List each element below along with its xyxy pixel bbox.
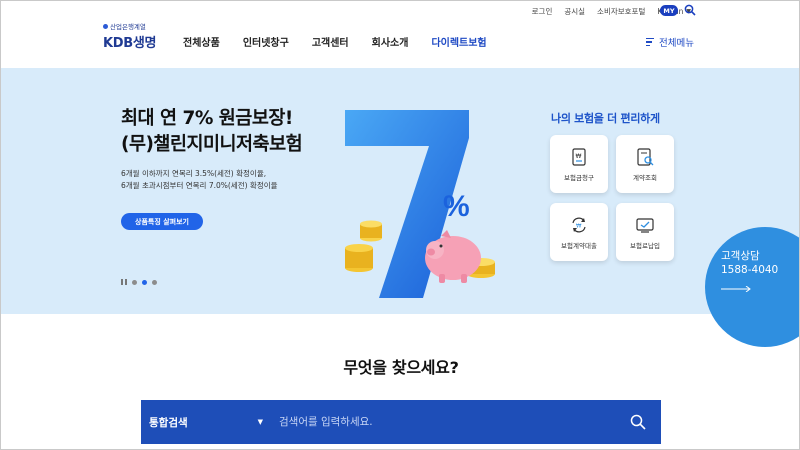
logo-subtitle: 산업은행계열 (103, 21, 163, 31)
quick-premium-label: 보험료납입 (630, 241, 660, 250)
search-icon (630, 414, 646, 430)
slide-pager (121, 279, 157, 285)
quick-menu-title: 나의 보험을 더 편리하게 (551, 112, 660, 125)
nav-item-about[interactable]: 회사소개 (372, 34, 409, 49)
search-input[interactable] (279, 416, 599, 428)
quick-premium-button[interactable]: 보험료납입 (616, 203, 674, 261)
quick-loan-button[interactable]: ₩ 보험계약대출 (550, 203, 608, 261)
hero-headline-line2: (무)챌린지미니저축보험 (121, 134, 303, 155)
logo[interactable]: 산업은행계열 KDB생명 (103, 21, 163, 51)
slide-dot[interactable] (132, 279, 137, 285)
quick-contract-label: 계약조회 (633, 173, 657, 182)
search-submit-button[interactable] (615, 400, 661, 444)
hero-desc-line1: 6개월 이하까지 연복리 3.5%(세전) 확정이율, (121, 169, 267, 178)
pause-icon[interactable] (121, 279, 127, 285)
hero-desc-line2: 6개월 초과시점부터 연복리 7.0%(세전) 확정이율 (121, 181, 278, 190)
contract-search-icon (637, 147, 654, 166)
main-nav: 전체상품 인터넷창구 고객센터 회사소개 다이렉트보험 (183, 34, 510, 49)
all-menu-button[interactable]: 전체메뉴 (646, 35, 694, 49)
all-menu-label: 전체메뉴 (659, 38, 694, 49)
svg-text:₩: ₩ (576, 153, 582, 160)
hero-illustration: 7 % (341, 110, 495, 299)
hero-headline: 최대 연 7% 원금보장! (무)챌린지미니저축보험 (121, 106, 303, 158)
login-link[interactable]: 로그인 (532, 6, 553, 17)
slide-dot[interactable] (152, 279, 157, 285)
search-heading: 무엇을 찾으세요? (343, 358, 459, 377)
menu-icon (646, 38, 654, 46)
nav-item-direct[interactable]: 다이렉트보험 (431, 34, 486, 49)
hero-banner: 최대 연 7% 원금보장! (무)챌린지미니저축보험 6개월 이하까지 연복리 … (1, 68, 799, 314)
quick-loan-label: 보험계약대출 (561, 241, 597, 250)
quick-claim-button[interactable]: ₩ 보험금청구 (550, 135, 608, 193)
percent-label: % (443, 190, 470, 223)
search-category-select[interactable]: 통합검색 ▼ (141, 400, 271, 444)
search-field (271, 400, 615, 444)
consumer-portal-link[interactable]: 소비자보호포털 (597, 6, 645, 17)
search-category-label: 통합검색 (149, 416, 188, 429)
logo-subtitle-text: 산업은행계열 (110, 23, 146, 31)
product-detail-button[interactable]: 상품특징 살펴보기 (121, 213, 203, 230)
nav-item-customer-center[interactable]: 고객센터 (312, 34, 349, 49)
consult-phone: 1588-4040 (721, 264, 779, 276)
claim-document-icon: ₩ (572, 147, 586, 166)
search-bar: 통합검색 ▼ (141, 400, 661, 444)
slide-dot-active[interactable] (142, 279, 147, 285)
big-seven-label: 7 (341, 297, 342, 299)
hero-description: 6개월 이하까지 연복리 3.5%(세전) 확정이율, 6개월 초과시점부터 연… (121, 168, 278, 192)
my-button[interactable]: MY (660, 5, 678, 16)
consult-title: 고객상담 (721, 250, 760, 262)
caret-down-icon: ▼ (257, 418, 263, 426)
quick-contract-button[interactable]: 계약조회 (616, 135, 674, 193)
premium-payment-icon (636, 217, 654, 233)
loan-exchange-icon: ₩ (572, 217, 586, 232)
svg-text:₩: ₩ (576, 223, 582, 229)
logo-name: KDB생명 (103, 36, 157, 51)
quick-claim-label: 보험금청구 (564, 173, 594, 182)
search-icon[interactable] (684, 4, 696, 16)
arrow-right-icon (721, 285, 751, 293)
logo-mark-icon (103, 23, 108, 29)
nav-item-internet-window[interactable]: 인터넷창구 (243, 34, 289, 49)
notice-link[interactable]: 공시실 (564, 6, 585, 17)
nav-item-products[interactable]: 전체상품 (183, 34, 220, 49)
hero-headline-line1: 최대 연 7% 원금보장! (121, 108, 293, 129)
page: 로그인 공시실 소비자보호포털 Korean ▼ MY 산업은행계열 KDB생명… (0, 0, 800, 450)
